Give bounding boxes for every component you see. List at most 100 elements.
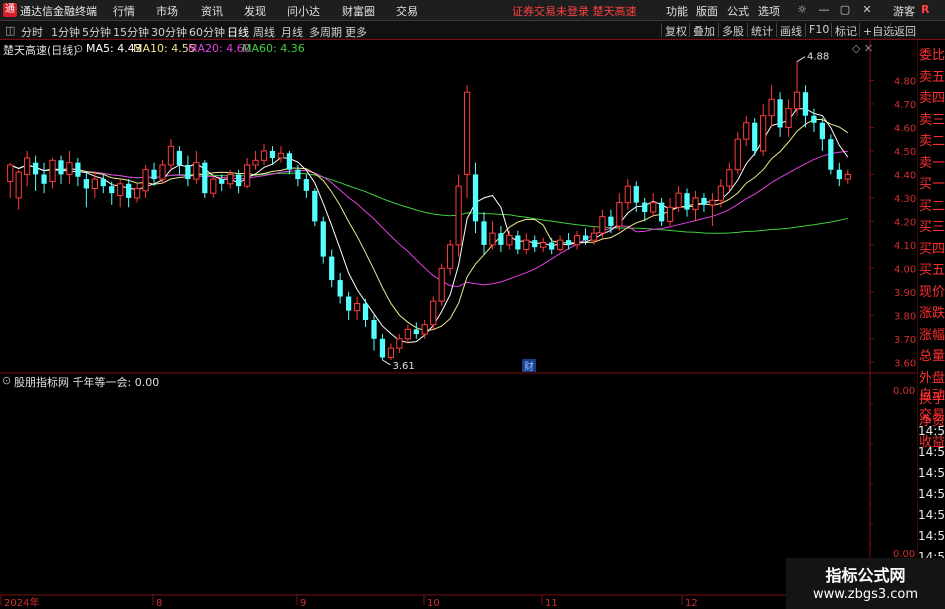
candle-body	[624, 185, 631, 204]
candle-body	[489, 232, 496, 246]
candle-body	[793, 91, 801, 110]
candle-body	[498, 233, 504, 245]
quote-label: 卖五	[919, 69, 945, 85]
tab-30min[interactable]: 30分钟	[151, 24, 187, 40]
candle-body	[523, 239, 530, 251]
quote-label: 委比	[919, 48, 945, 63]
candle-body	[532, 240, 538, 248]
tab-60min[interactable]: 60分钟	[189, 24, 225, 40]
draw-button[interactable]: 画线	[776, 23, 805, 38]
restore-icon[interactable]: ☼	[793, 2, 811, 18]
menu-item-discover[interactable]: 发现	[244, 3, 266, 19]
minimize-icon[interactable]: —	[815, 2, 833, 18]
menu-item-trade[interactable]: 交易	[396, 3, 418, 19]
menu-item-formula[interactable]: 公式	[727, 3, 749, 19]
quote-label: 买一	[919, 177, 945, 192]
candle-body	[49, 159, 56, 182]
candle-body	[151, 169, 157, 180]
date-label: 9	[300, 598, 306, 609]
candle-body	[438, 267, 445, 302]
candle-body	[41, 174, 47, 184]
candle-body	[243, 164, 251, 187]
candle-body	[413, 329, 419, 335]
r-badge[interactable]: R	[921, 3, 929, 16]
trade-time: 14:56	[918, 529, 945, 543]
quote-label: 卖一	[919, 155, 945, 171]
y-tick-label: 4.60	[894, 123, 916, 134]
menu-item-market-quotes[interactable]: 行情	[113, 3, 135, 19]
candle-body	[202, 162, 208, 194]
y-tick-label: 3.60	[894, 358, 916, 369]
tab-daily[interactable]: 日线	[227, 24, 249, 40]
candle-body	[675, 192, 682, 208]
candle-body	[66, 162, 73, 175]
candle-body	[7, 164, 14, 182]
candle-body	[337, 280, 343, 297]
y-tick-label: 3.90	[894, 288, 916, 299]
maximize-icon[interactable]: ▢	[836, 2, 854, 18]
candle-body	[329, 256, 335, 281]
candle-body	[557, 239, 564, 251]
guest-user[interactable]: 游客	[893, 3, 915, 19]
candle-body	[506, 234, 513, 246]
y-tick-label: 4.00	[894, 264, 916, 275]
candle-body	[167, 145, 175, 166]
event-marker: 财	[524, 360, 534, 373]
candle-body	[387, 347, 395, 359]
multi-stock-button[interactable]: 多股	[718, 23, 747, 38]
tab-15min[interactable]: 15分钟	[113, 24, 149, 40]
candle-body	[134, 187, 141, 199]
menu-item-function[interactable]: 功能	[666, 3, 688, 19]
quote-label: 涨幅	[919, 327, 945, 343]
ma10-line	[10, 119, 849, 332]
quote-label: 现价	[919, 284, 945, 300]
date-label: 8	[156, 598, 162, 609]
mark-button[interactable]: 标记	[831, 23, 860, 38]
menu-item-layout[interactable]: 版面	[696, 3, 718, 19]
candle-body	[117, 183, 124, 197]
menu-item-market[interactable]: 市场	[156, 3, 178, 19]
menu-item-news[interactable]: 资讯	[201, 3, 223, 19]
close-icon[interactable]: ✕	[858, 2, 876, 18]
candle-body	[743, 122, 750, 140]
candle-body	[430, 300, 437, 326]
back-button[interactable]: 返回	[890, 23, 919, 38]
login-alert[interactable]: 证券交易未登录 楚天高速	[512, 3, 637, 19]
menu-item-wealth[interactable]: 财富圈	[342, 3, 375, 19]
candle-body	[819, 122, 826, 140]
candlestick-chart[interactable]: 4.80 4.70 4.60 4.50 4.40 4.30 4.20 4.10 4.00 3.90…	[0, 39, 918, 609]
ma5-line	[10, 108, 849, 344]
candle-body	[659, 202, 665, 222]
tab-multi-period[interactable]: 多周期	[309, 24, 342, 40]
candle-body	[717, 185, 724, 201]
tab-1min[interactable]: 1分钟	[51, 24, 80, 40]
indicator-label: 股朋指标网 千年等一会: 0.00	[14, 376, 160, 389]
menu-item-options[interactable]: 选项	[758, 3, 780, 19]
stats-button[interactable]: 统计	[747, 23, 776, 38]
y-tick-label: 3.80	[894, 311, 916, 322]
tab-more[interactable]: 更多	[345, 24, 367, 40]
quote-label: 外盘	[919, 370, 945, 386]
candle-body	[91, 178, 98, 189]
candle-body	[692, 197, 699, 211]
candle-body	[811, 115, 817, 123]
tab-intraday[interactable]: 分时	[21, 24, 43, 40]
panel-toggle-icon[interactable]: ◫	[5, 24, 15, 37]
adjust-button[interactable]: 复权	[661, 23, 690, 38]
y-tick-label: 4.40	[894, 170, 916, 181]
menu-item-ask[interactable]: 问小达	[287, 3, 320, 19]
ma20-line	[10, 150, 848, 288]
y-tick-label: 4.50	[894, 147, 916, 158]
tab-5min[interactable]: 5分钟	[82, 24, 111, 40]
indicator-toggle-icon[interactable]: ⊙	[2, 374, 11, 387]
candle-body	[24, 157, 31, 175]
candle-body	[777, 99, 783, 128]
tab-weekly[interactable]: 周线	[253, 24, 275, 40]
candle-body	[295, 169, 301, 180]
candle-body	[404, 328, 411, 340]
overlay-button[interactable]: 叠加	[689, 23, 718, 38]
candle-body	[565, 240, 572, 245]
app-window: 通 通达信金融终端 行情 市场 资讯 发现 问小达 财富圈 交易 证券交易未登录…	[0, 0, 945, 609]
f10-button[interactable]: F10	[805, 23, 832, 37]
tab-monthly[interactable]: 月线	[281, 24, 303, 40]
